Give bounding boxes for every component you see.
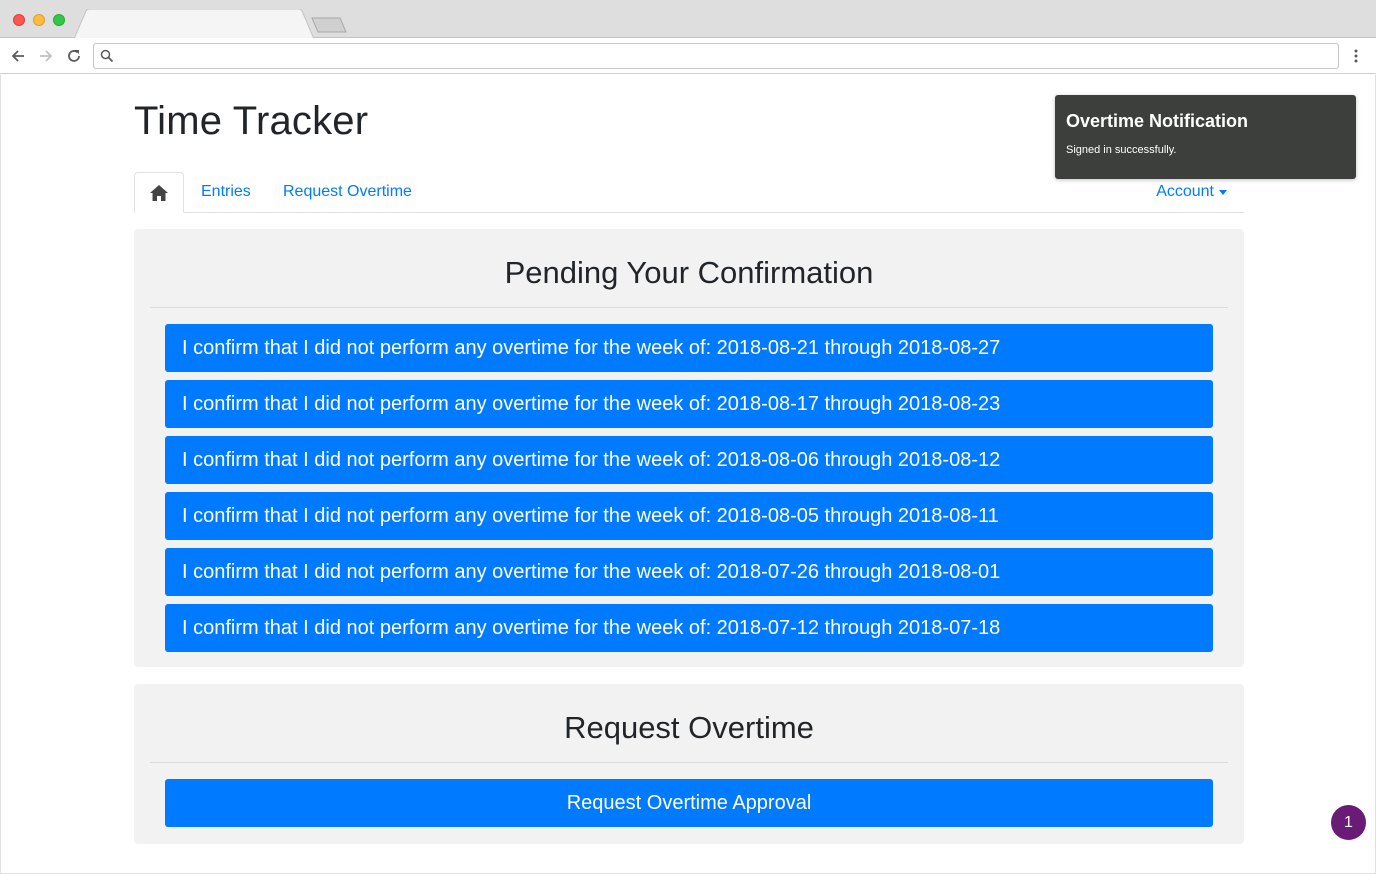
confirm-week-button[interactable]: I confirm that I did not perform any ove…: [165, 436, 1213, 484]
more-vertical-icon[interactable]: [1348, 48, 1364, 64]
pending-confirmation-panel: Pending Your Confirmation I confirm that…: [134, 229, 1244, 667]
account-dropdown[interactable]: Account: [1156, 183, 1227, 201]
request-title: Request Overtime: [564, 710, 814, 745]
notification-count-badge[interactable]: 1: [1331, 805, 1366, 840]
chevron-down-icon: [1219, 189, 1227, 195]
tab-entries[interactable]: Entries: [201, 183, 251, 201]
page-title: Time Tracker: [134, 99, 369, 143]
pending-title: Pending Your Confirmation: [504, 255, 874, 290]
search-icon: [100, 49, 114, 68]
confirm-week-button[interactable]: I confirm that I did not perform any ove…: [165, 492, 1213, 540]
request-overtime-approval-button[interactable]: Request Overtime Approval: [165, 779, 1213, 827]
new-tab-button[interactable]: [310, 16, 350, 34]
request-overtime-panel: Request Overtime Request Overtime Approv…: [134, 684, 1244, 844]
confirm-week-button[interactable]: I confirm that I did not perform any ove…: [165, 324, 1213, 372]
tab-home[interactable]: [134, 172, 184, 213]
home-icon: [150, 184, 168, 201]
address-bar[interactable]: [93, 43, 1339, 69]
confirm-week-button[interactable]: I confirm that I did not perform any ove…: [165, 604, 1213, 652]
account-label: Account: [1156, 183, 1214, 200]
minimize-window-button[interactable]: [33, 14, 45, 26]
divider: [150, 762, 1228, 763]
divider: [150, 307, 1228, 308]
browser-tab-strip: [0, 0, 1376, 39]
reload-icon[interactable]: [64, 46, 84, 66]
confirm-week-button[interactable]: I confirm that I did not perform any ove…: [165, 548, 1213, 596]
page-viewport: Time Tracker Entries Request Overtime Ac…: [0, 75, 1376, 874]
browser-tab-active[interactable]: [74, 9, 314, 39]
arrow-left-icon[interactable]: [8, 46, 28, 66]
browser-toolbar: [0, 38, 1376, 74]
toast-message: Signed in successfully.: [1066, 144, 1177, 156]
arrow-right-icon[interactable]: [36, 46, 56, 66]
close-window-button[interactable]: [13, 14, 25, 26]
toast-title: Overtime Notification: [1066, 111, 1249, 131]
confirm-week-button[interactable]: I confirm that I did not perform any ove…: [165, 380, 1213, 428]
notification-toast[interactable]: Overtime Notification Signed in successf…: [1055, 95, 1356, 179]
tab-request-overtime[interactable]: Request Overtime: [283, 183, 412, 201]
maximize-window-button[interactable]: [53, 14, 65, 26]
